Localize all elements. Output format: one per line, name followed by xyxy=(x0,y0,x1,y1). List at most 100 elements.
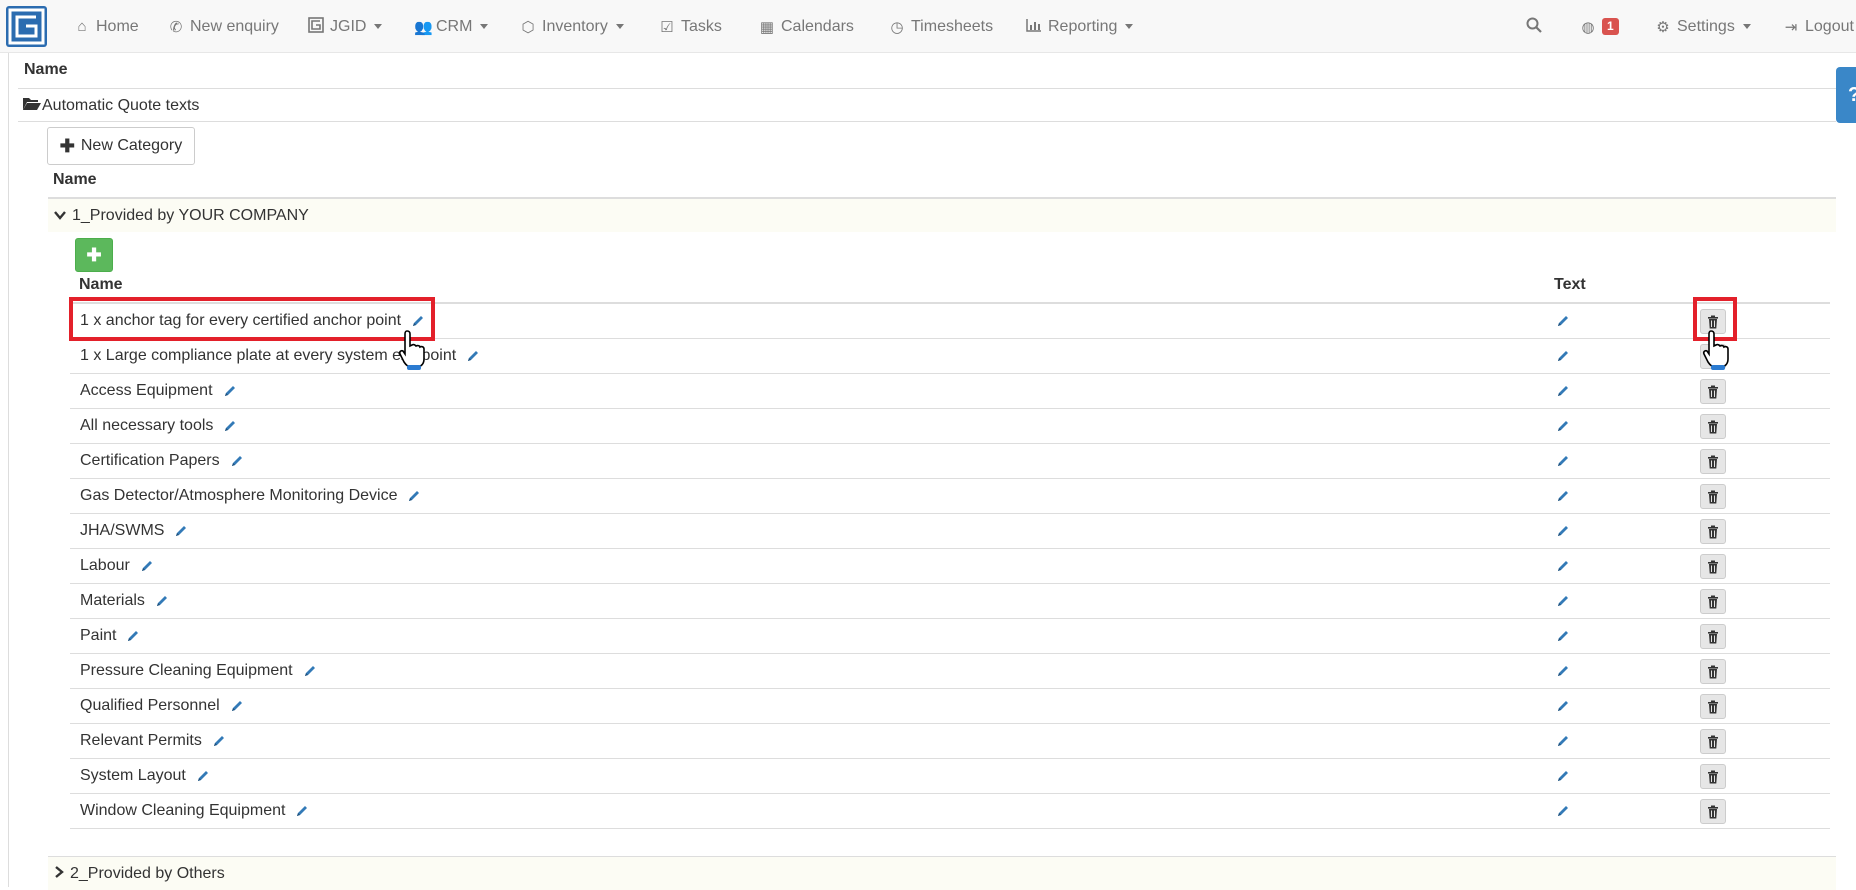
edit-name-pencil-icon[interactable] xyxy=(174,524,188,538)
category-row-2[interactable]: 2_Provided by Others xyxy=(48,856,1836,890)
chevron-down-icon xyxy=(1125,24,1134,29)
nav-settings[interactable]: ⚙ Settings xyxy=(1655,0,1751,53)
nav-jgid[interactable]: JGID xyxy=(308,0,383,53)
item-name-cell: 1 x Large compliance plate at every syst… xyxy=(80,339,480,373)
edit-name-pencil-icon[interactable] xyxy=(212,734,226,748)
delete-button[interactable] xyxy=(1700,589,1726,614)
delete-button[interactable] xyxy=(1700,414,1726,439)
edit-name-pencil-icon[interactable] xyxy=(230,454,244,468)
chevron-down-icon xyxy=(480,24,489,29)
trash-icon xyxy=(1707,595,1719,609)
delete-button[interactable] xyxy=(1700,659,1726,684)
item-name: Access Equipment xyxy=(80,382,213,399)
edit-name-pencil-icon[interactable] xyxy=(295,804,309,818)
nav-logout[interactable]: ⇥ Logout xyxy=(1783,0,1854,53)
edit-text-pencil-icon[interactable] xyxy=(1556,524,1570,538)
delete-button[interactable] xyxy=(1700,694,1726,719)
table-row: 1 x Large compliance plate at every syst… xyxy=(70,338,1830,373)
item-name: Gas Detector/Atmosphere Monitoring Devic… xyxy=(80,487,398,504)
item-column-header-text: Text xyxy=(1554,276,1586,293)
trash-icon xyxy=(1707,735,1719,749)
table-row: Window Cleaning Equipment xyxy=(70,793,1830,828)
delete-button[interactable] xyxy=(1700,379,1726,404)
edit-text-pencil-icon[interactable] xyxy=(1556,349,1570,363)
trash-icon xyxy=(1707,455,1719,469)
item-name: 1 x anchor tag for every certified ancho… xyxy=(80,312,402,329)
column-header-name: Name xyxy=(24,61,68,78)
nav-inventory[interactable]: ⬡ Inventory xyxy=(520,0,624,53)
edit-name-pencil-icon[interactable] xyxy=(196,769,210,783)
edit-text-pencil-icon[interactable] xyxy=(1556,314,1570,328)
edit-text-pencil-icon[interactable] xyxy=(1556,699,1570,713)
folder-open-icon xyxy=(22,95,42,116)
delete-button[interactable] xyxy=(1700,799,1726,824)
trash-icon xyxy=(1707,560,1719,574)
delete-button[interactable] xyxy=(1700,484,1726,509)
delete-button[interactable] xyxy=(1700,729,1726,754)
trash-icon xyxy=(1707,420,1719,434)
edit-text-pencil-icon[interactable] xyxy=(1556,419,1570,433)
add-item-button[interactable]: ✚ xyxy=(75,238,113,272)
edit-name-pencil-icon[interactable] xyxy=(140,559,154,573)
root-folder-row[interactable]: Automatic Quote texts xyxy=(22,95,199,116)
nav-search[interactable] xyxy=(1526,0,1542,53)
edit-text-pencil-icon[interactable] xyxy=(1556,489,1570,503)
app-logo[interactable] xyxy=(6,6,47,47)
nav-crm[interactable]: 👥 CRM xyxy=(414,0,489,53)
chevron-down-icon xyxy=(1742,24,1751,29)
trash-icon xyxy=(1707,315,1719,329)
new-category-button[interactable]: ✚ New Category xyxy=(47,127,195,165)
edit-name-pencil-icon[interactable] xyxy=(466,349,480,363)
item-name-cell: System Layout xyxy=(80,759,210,793)
help-tab[interactable]: ? xyxy=(1836,67,1856,123)
item-name-cell: Pressure Cleaning Equipment xyxy=(80,654,317,688)
delete-button[interactable] xyxy=(1700,344,1726,369)
delete-button[interactable] xyxy=(1700,764,1726,789)
plus-icon: ✚ xyxy=(86,244,102,265)
delete-button[interactable] xyxy=(1700,624,1726,649)
delete-button[interactable] xyxy=(1700,449,1726,474)
nav-home[interactable]: ⌂ Home xyxy=(74,0,138,53)
edit-text-pencil-icon[interactable] xyxy=(1556,559,1570,573)
question-icon: ? xyxy=(1848,84,1856,107)
edit-text-pencil-icon[interactable] xyxy=(1556,629,1570,643)
logout-icon: ⇥ xyxy=(1784,18,1798,36)
item-name: Paint xyxy=(80,627,117,644)
category-row-1[interactable]: 1_Provided by YOUR COMPANY xyxy=(48,198,1836,232)
delete-button[interactable] xyxy=(1700,554,1726,579)
edit-name-pencil-icon[interactable] xyxy=(126,629,140,643)
jgid-icon xyxy=(308,16,324,37)
edit-text-pencil-icon[interactable] xyxy=(1556,804,1570,818)
table-row: Gas Detector/Atmosphere Monitoring Devic… xyxy=(70,478,1830,513)
nav-notifications[interactable]: ◍ 1 xyxy=(1580,0,1619,53)
nav-new-enquiry[interactable]: ✆ New enquiry xyxy=(168,0,279,53)
trash-icon xyxy=(1707,770,1719,784)
edit-text-pencil-icon[interactable] xyxy=(1556,384,1570,398)
chevron-down-icon xyxy=(54,207,66,225)
edit-text-pencil-icon[interactable] xyxy=(1556,769,1570,783)
edit-name-pencil-icon[interactable] xyxy=(155,594,169,608)
edit-text-pencil-icon[interactable] xyxy=(1556,594,1570,608)
nav-reporting[interactable]: Reporting xyxy=(1026,0,1134,53)
edit-text-pencil-icon[interactable] xyxy=(1556,454,1570,468)
nav-tasks[interactable]: ☑ Tasks xyxy=(659,0,722,53)
home-icon: ⌂ xyxy=(77,18,87,35)
edit-name-pencil-icon[interactable] xyxy=(407,489,421,503)
edit-name-pencil-icon[interactable] xyxy=(223,384,237,398)
edit-text-pencil-icon[interactable] xyxy=(1556,734,1570,748)
delete-button[interactable] xyxy=(1700,519,1726,544)
chevron-down-icon xyxy=(374,24,383,29)
left-border xyxy=(8,53,9,887)
edit-name-pencil-icon[interactable] xyxy=(411,314,425,328)
item-name-cell: Access Equipment xyxy=(80,374,237,408)
nav-calendars[interactable]: ▦ Calendars xyxy=(759,0,854,53)
delete-button[interactable] xyxy=(1700,309,1726,334)
item-name-cell: Certification Papers xyxy=(80,444,244,478)
item-name-cell: Window Cleaning Equipment xyxy=(80,794,309,828)
edit-name-pencil-icon[interactable] xyxy=(223,419,237,433)
nav-timesheets[interactable]: ◷ Timesheets xyxy=(889,0,993,53)
trash-icon xyxy=(1707,700,1719,714)
edit-text-pencil-icon[interactable] xyxy=(1556,664,1570,678)
edit-name-pencil-icon[interactable] xyxy=(230,699,244,713)
edit-name-pencil-icon[interactable] xyxy=(303,664,317,678)
